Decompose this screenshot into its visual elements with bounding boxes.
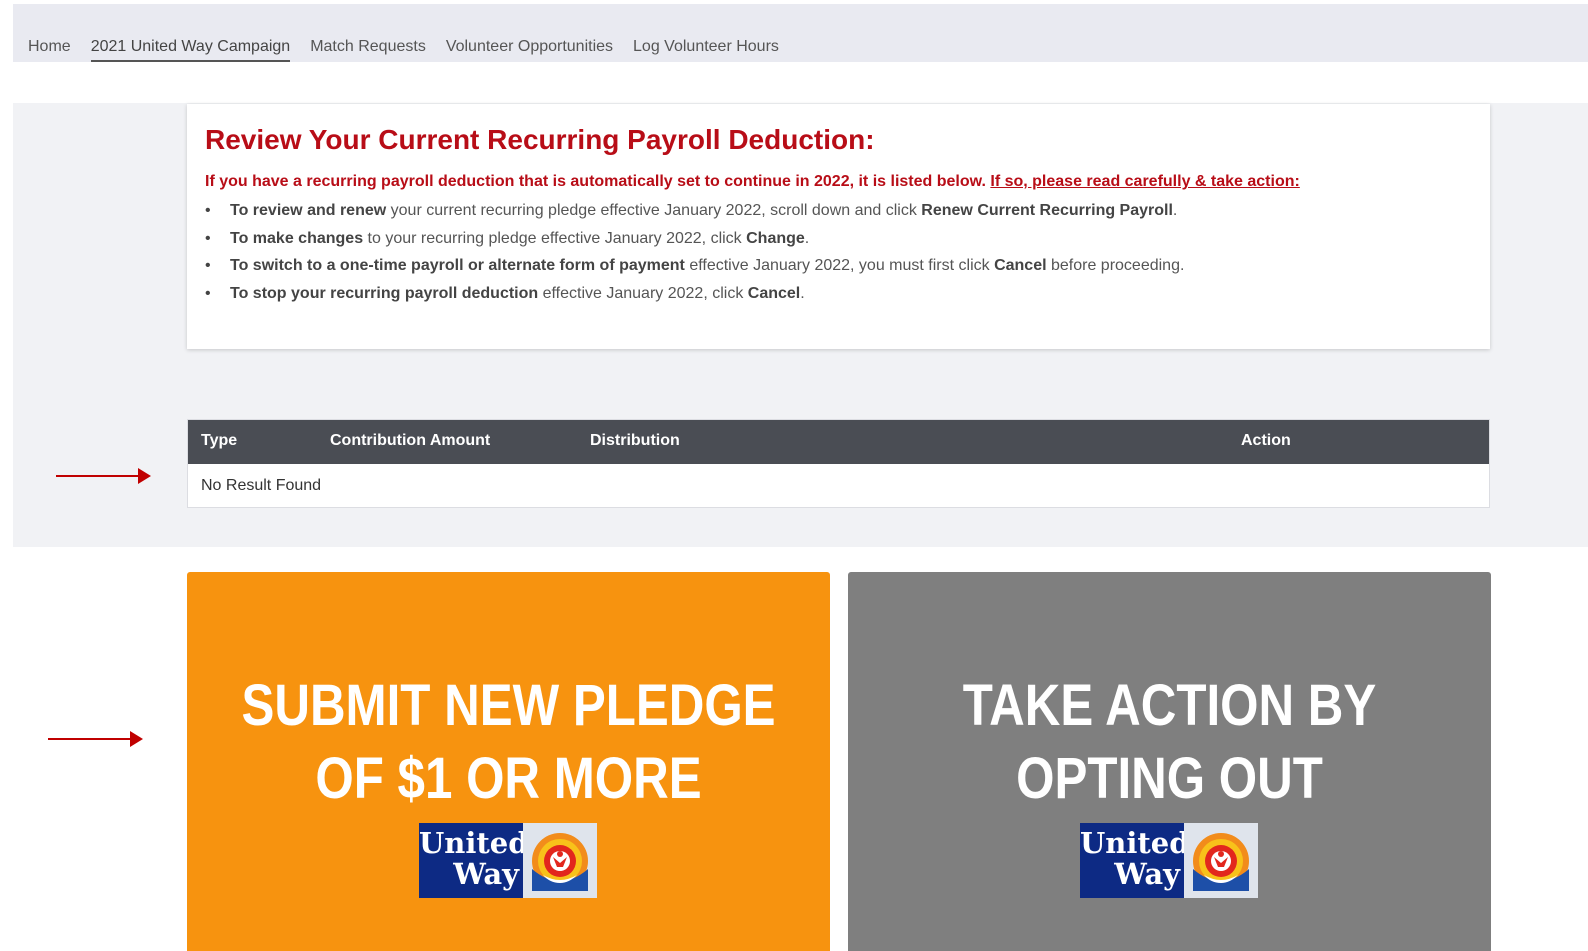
tile-headline: TAKE ACTION BY xyxy=(962,673,1377,738)
instruction-text: effective January 2022, click xyxy=(538,284,748,302)
tile-headline: OPTING OUT xyxy=(1016,746,1323,811)
nav-united-way-campaign[interactable]: 2021 United Way Campaign xyxy=(90,38,291,62)
nav-log-volunteer-hours[interactable]: Log Volunteer Hours xyxy=(633,38,779,62)
logo-text: United Way xyxy=(1080,823,1190,898)
column-header-contribution-amount[interactable]: Contribution Amount xyxy=(330,432,490,450)
recurring-deduction-table: Type Contribution Amount Distribution Ac… xyxy=(187,419,1490,508)
intro-text: If you have a recurring payroll deductio… xyxy=(205,173,986,190)
nav-volunteer-opportunities[interactable]: Volunteer Opportunities xyxy=(446,38,613,62)
united-way-logo: United Way xyxy=(1080,823,1258,898)
instruction-bold: Cancel xyxy=(994,257,1047,274)
united-way-emblem-icon xyxy=(1184,823,1258,898)
logo-text: United Way xyxy=(419,823,529,898)
column-header-action[interactable]: Action xyxy=(1241,432,1291,450)
top-navigation-bar: Home 2021 United Way Campaign Match Requ… xyxy=(13,4,1588,62)
instruction-bold: Cancel xyxy=(747,284,801,302)
logo-line: Way xyxy=(453,857,519,891)
table-header: Type Contribution Amount Distribution Ac… xyxy=(188,420,1489,464)
logo-line: United xyxy=(419,826,529,860)
tile-headline: SUBMIT NEW PLEDGE xyxy=(241,673,776,738)
arrow-right-icon xyxy=(56,468,151,484)
tile-headline: OF $1 OR MORE xyxy=(315,746,702,811)
instruction-text: . xyxy=(1172,202,1178,219)
instruction-bold: To review and renew xyxy=(230,202,387,219)
instruction-bold: To make changes xyxy=(230,229,364,247)
review-card: Review Your Current Recurring Payroll De… xyxy=(187,104,1490,349)
instruction-text: your current recurring pledge effective … xyxy=(386,202,922,219)
column-header-distribution[interactable]: Distribution xyxy=(590,432,680,450)
instruction-item: To make changes to your recurring pledge… xyxy=(205,229,1184,257)
review-intro: If you have a recurring payroll deductio… xyxy=(205,173,1300,191)
instruction-text: before proceeding. xyxy=(1046,257,1185,274)
submit-new-pledge-tile[interactable]: SUBMIT NEW PLEDGE OF $1 OR MORE United Wa… xyxy=(187,572,830,951)
nav-home[interactable]: Home xyxy=(28,38,71,62)
united-way-logo: United Way xyxy=(419,823,597,898)
instruction-bold: Change xyxy=(746,229,805,247)
instruction-item: To review and renew your current recurri… xyxy=(205,201,1184,229)
main-nav: Home 2021 United Way Campaign Match Requ… xyxy=(28,38,779,62)
instruction-text: to your recurring pledge effective Janua… xyxy=(363,229,747,247)
intro-link[interactable]: If so, please read carefully & take acti… xyxy=(990,173,1299,190)
instruction-item: To switch to a one-time payroll or alter… xyxy=(205,256,1184,284)
nav-match-requests[interactable]: Match Requests xyxy=(310,38,426,62)
instruction-bold: Renew Current Recurring Payroll xyxy=(921,202,1173,219)
instruction-list: To review and renew your current recurri… xyxy=(205,201,1184,311)
opt-out-tile[interactable]: TAKE ACTION BY OPTING OUT United Way xyxy=(848,572,1491,951)
instruction-text: . xyxy=(800,284,805,302)
united-way-emblem-icon xyxy=(523,823,597,898)
empty-table-message: No Result Found xyxy=(201,477,322,494)
logo-line: Way xyxy=(1114,857,1180,891)
logo-line: United xyxy=(1080,826,1190,860)
instruction-text: . xyxy=(804,229,810,247)
instruction-bold: To stop your recurring payroll deduction xyxy=(230,284,539,302)
arrow-right-icon xyxy=(48,731,143,747)
review-title: Review Your Current Recurring Payroll De… xyxy=(205,124,875,155)
instruction-text: effective January 2022, you must first c… xyxy=(684,257,995,274)
column-header-type[interactable]: Type xyxy=(201,432,237,450)
instruction-item: To stop your recurring payroll deduction… xyxy=(205,284,1184,312)
instruction-bold: To switch to a one-time payroll or alter… xyxy=(230,257,685,274)
